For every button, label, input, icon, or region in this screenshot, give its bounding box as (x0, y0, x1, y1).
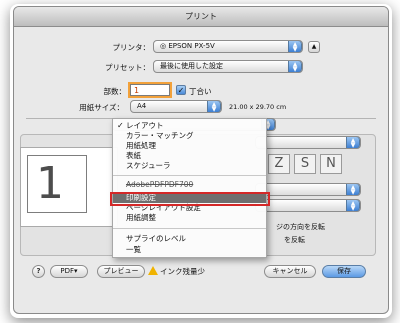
menu-item-paper-handling[interactable]: 用紙処理 (113, 141, 266, 151)
two-sided-popup[interactable]: ▲ ▼ (255, 199, 361, 212)
layout-tile-2[interactable]: S (294, 154, 316, 174)
menu-item-summary[interactable]: 一覧 (113, 245, 266, 255)
paper-dimensions: 21.00 x 29.70 cm (229, 103, 287, 111)
warning-icon (148, 266, 158, 275)
popup-arrows-icon: ▲ ▼ (288, 41, 302, 52)
menu-separator (113, 228, 266, 229)
preset-popup[interactable]: 最後に使用した設定 ▲ ▼ (153, 60, 303, 73)
menu-item-scheduler[interactable]: スケジューラ (113, 161, 266, 171)
paper-size-value: A4 (137, 102, 147, 110)
save-button[interactable]: 保存 (322, 265, 366, 278)
paper-size-label: 用紙サイズ： (79, 103, 124, 112)
preview-thumbnail: 1 (20, 147, 118, 227)
preset-label: プリセット： (105, 63, 150, 72)
menu-item-color-matching[interactable]: カラー・マッチング (113, 131, 266, 141)
popup-arrows-icon: ▲ ▼ (207, 101, 221, 112)
help-button[interactable]: ? (32, 265, 45, 278)
border-popup[interactable]: ▲ ▼ (255, 183, 361, 196)
flip-orientation-label: ジの方向を反転 (276, 223, 325, 231)
collate-checkbox[interactable]: ✓ (176, 85, 186, 95)
section-menu: ✓ レイアウト カラー・マッチング 用紙処理 表紙 スケジューラ AdobePD… (112, 118, 267, 258)
menu-separator (113, 175, 266, 176)
menu-item-supply-levels[interactable]: サプライのレベル (113, 234, 266, 244)
printer-label: プリンタ： (112, 43, 151, 52)
printer-popup[interactable]: ◎ EPSON PX-5V ▲ ▼ (153, 40, 303, 53)
menu-item-cover[interactable]: 表紙 (113, 151, 266, 161)
menu-item-adobe-pdf[interactable]: AdobePDFPDF700 (113, 180, 266, 190)
preset-value: 最後に使用した設定 (160, 62, 223, 70)
dialog-title: プリント (14, 7, 388, 27)
reverse-label: を反転 (284, 236, 305, 244)
highlight-box (110, 192, 270, 206)
pages-per-sheet-popup[interactable]: ▲ ▼ (255, 136, 361, 149)
printer-value: ◎ EPSON PX-5V (160, 42, 215, 50)
popup-arrows-icon: ▲ ▼ (346, 137, 360, 148)
menu-item-layout[interactable]: ✓ レイアウト (113, 121, 266, 131)
cancel-button[interactable]: キャンセル (264, 265, 316, 278)
pdf-button[interactable]: PDF▾ (50, 265, 88, 278)
preview-page: 1 (27, 155, 87, 213)
ink-warning-text: インク残量少 (160, 267, 205, 276)
preview-button[interactable]: プレビュー (97, 265, 145, 278)
menu-item-paper-adjust[interactable]: 用紙調整 (113, 213, 266, 223)
popup-arrows-icon: ▲ ▼ (346, 184, 360, 195)
layout-tile-3[interactable]: N (320, 154, 342, 174)
paper-size-popup[interactable]: A4 ▲ ▼ (130, 100, 222, 113)
copies-input[interactable]: 1 (130, 84, 170, 96)
layout-tile-1[interactable]: Z (268, 154, 290, 174)
copies-label: 部数： (103, 87, 127, 96)
collate-label: 丁合い (189, 87, 212, 96)
popup-arrows-icon: ▲ ▼ (346, 200, 360, 211)
popup-arrows-icon: ▲ ▼ (288, 61, 302, 72)
checkmark-icon: ✓ (117, 121, 124, 130)
printer-expand-button[interactable]: ▲ (308, 41, 320, 53)
